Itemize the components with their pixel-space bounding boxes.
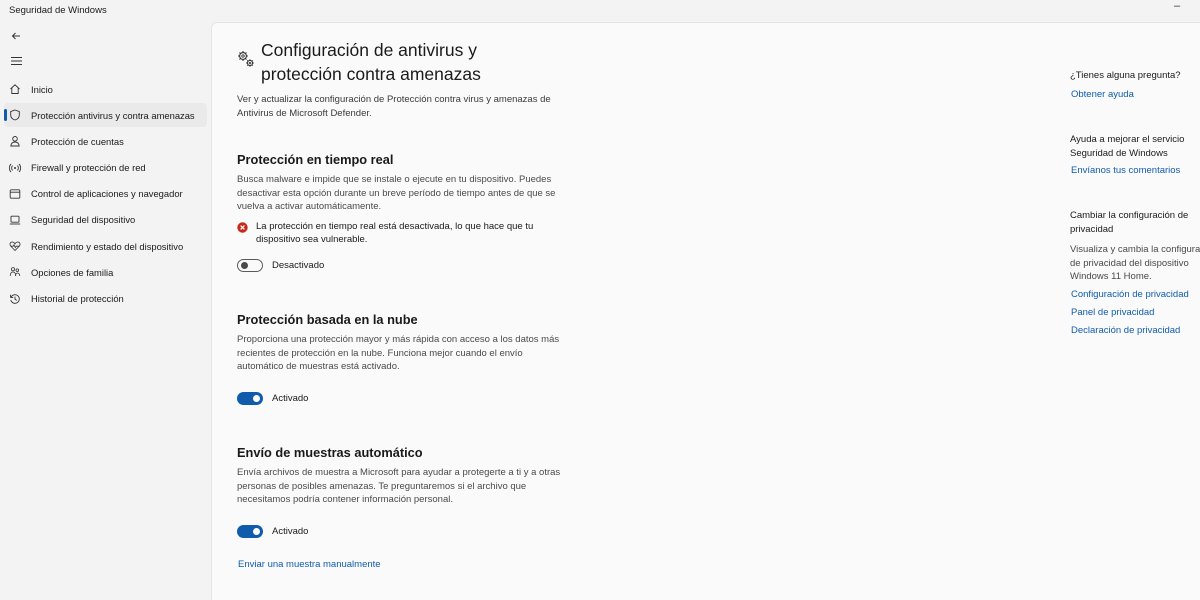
- sidebar-item-label: Opciones de familia: [31, 266, 114, 278]
- sidebar-item-familia[interactable]: Opciones de familia: [4, 260, 207, 284]
- privacy-heading-2: privacidad: [1070, 223, 1114, 235]
- privacy-text-1: Visualiza y cambia la configuración: [1070, 244, 1200, 255]
- cloud-heading: Protección basada en la nube: [237, 312, 418, 327]
- privacy-dashboard-link[interactable]: Panel de privacidad: [1071, 307, 1154, 318]
- sidebar-item-label: Seguridad del dispositivo: [31, 214, 136, 226]
- history-icon: [8, 292, 22, 306]
- privacy-text-3: Windows 11 Home.: [1070, 271, 1152, 282]
- laptop-icon: [8, 213, 22, 227]
- samples-toggle-row: Activado: [237, 525, 308, 538]
- sidebar-item-antivirus[interactable]: Protección antivirus y contra amenazas: [4, 103, 207, 128]
- sidebar-item-historial[interactable]: Historial de protección: [4, 287, 207, 311]
- sidebar-item-dispositivo[interactable]: Seguridad del dispositivo: [4, 208, 207, 232]
- cloud-section: Protección basada en la nube Proporciona…: [237, 312, 567, 374]
- privacy-statement-link[interactable]: Declaración de privacidad: [1071, 325, 1180, 336]
- cloud-toggle-row: Activado: [237, 392, 308, 405]
- person-icon: [8, 134, 22, 148]
- privacy-heading-1: Cambiar la configuración de: [1070, 210, 1189, 221]
- samples-text: Envía archivos de muestra a Microsoft pa…: [237, 467, 561, 505]
- back-arrow-icon: [11, 32, 20, 40]
- error-icon: [237, 221, 248, 233]
- cloud-toggle[interactable]: [237, 392, 263, 405]
- help-question: ¿Tienes alguna pregunta?: [1070, 70, 1181, 81]
- realtime-warning: La protección en tiempo real está desact…: [237, 220, 557, 247]
- hamburger-icon: [10, 57, 22, 65]
- realtime-text: Busca malware e impide que se instale o …: [237, 174, 556, 212]
- app-title: Seguridad de Windows: [9, 5, 107, 16]
- sidebar-item-inicio[interactable]: Inicio: [4, 77, 207, 101]
- heart-icon: [8, 239, 22, 253]
- page-description: Ver y actualizar la configuración de Pro…: [237, 94, 551, 119]
- realtime-warning-text: La protección en tiempo real está desact…: [256, 220, 534, 246]
- sidebar-item-label: Control de aplicaciones y navegador: [31, 188, 183, 200]
- improve-text-2: Seguridad de Windows: [1070, 147, 1168, 159]
- sidebar-item-label: Inicio: [31, 83, 53, 95]
- title-bar: Seguridad de Windows –: [0, 0, 1200, 22]
- browser-icon: [8, 187, 22, 201]
- manual-sample-link[interactable]: Enviar una muestra manualmente: [238, 559, 381, 570]
- page-title: Configuración de antivirus y protección …: [261, 40, 481, 84]
- shield-icon: [8, 108, 22, 122]
- samples-toggle-label: Activado: [272, 526, 309, 537]
- sidebar: Inicio Protección antivirus y contra ame…: [0, 22, 211, 600]
- cloud-toggle-label: Activado: [272, 393, 309, 404]
- samples-toggle[interactable]: [237, 525, 263, 538]
- feedback-link[interactable]: Envíanos tus comentarios: [1071, 165, 1180, 176]
- sidebar-item-apps[interactable]: Control de aplicaciones y navegador: [4, 182, 207, 206]
- right-panel: ¿Tienes alguna pregunta? Obtener ayuda A…: [1070, 23, 1200, 600]
- sidebar-item-rendimiento[interactable]: Rendimiento y estado del dispositivo: [4, 234, 207, 258]
- sidebar-item-label: Protección antivirus y contra amenazas: [31, 109, 195, 121]
- cloud-text: Proporciona una protección mayor y más r…: [237, 334, 560, 372]
- sidebar-item-label: Historial de protección: [31, 293, 124, 304]
- gears-icon: [238, 51, 254, 67]
- main-content: Configuración de antivirus y protección …: [211, 22, 1200, 600]
- back-button[interactable]: [6, 28, 26, 46]
- sidebar-item-label: Protección de cuentas: [31, 135, 124, 147]
- minimize-button[interactable]: –: [1168, 0, 1186, 16]
- wifi-icon: [8, 161, 22, 175]
- sidebar-item-label: Firewall y protección de red: [31, 162, 146, 174]
- realtime-toggle-row: Desactivado: [237, 259, 324, 272]
- sidebar-item-cuentas[interactable]: Protección de cuentas: [4, 129, 207, 153]
- realtime-heading: Protección en tiempo real: [237, 152, 394, 167]
- realtime-toggle[interactable]: [237, 259, 263, 272]
- realtime-toggle-label: Desactivado: [272, 260, 325, 271]
- privacy-text-2: de privacidad del dispositivo: [1070, 257, 1189, 269]
- home-icon: [8, 82, 22, 96]
- help-link[interactable]: Obtener ayuda: [1071, 89, 1134, 100]
- realtime-section: Protección en tiempo real Busca malware …: [237, 152, 567, 247]
- family-icon: [8, 265, 22, 279]
- sidebar-item-firewall[interactable]: Firewall y protección de red: [4, 156, 207, 180]
- sidebar-item-label: Rendimiento y estado del dispositivo: [31, 240, 184, 252]
- sidebar-nav: Inicio Protección antivirus y contra ame…: [0, 77, 211, 313]
- menu-button[interactable]: [6, 53, 26, 71]
- improve-text-1: Ayuda a mejorar el servicio: [1070, 134, 1185, 145]
- privacy-settings-link[interactable]: Configuración de privacidad: [1071, 289, 1189, 300]
- samples-section: Envío de muestras automático Envía archi…: [237, 445, 567, 507]
- samples-heading: Envío de muestras automático: [237, 445, 423, 460]
